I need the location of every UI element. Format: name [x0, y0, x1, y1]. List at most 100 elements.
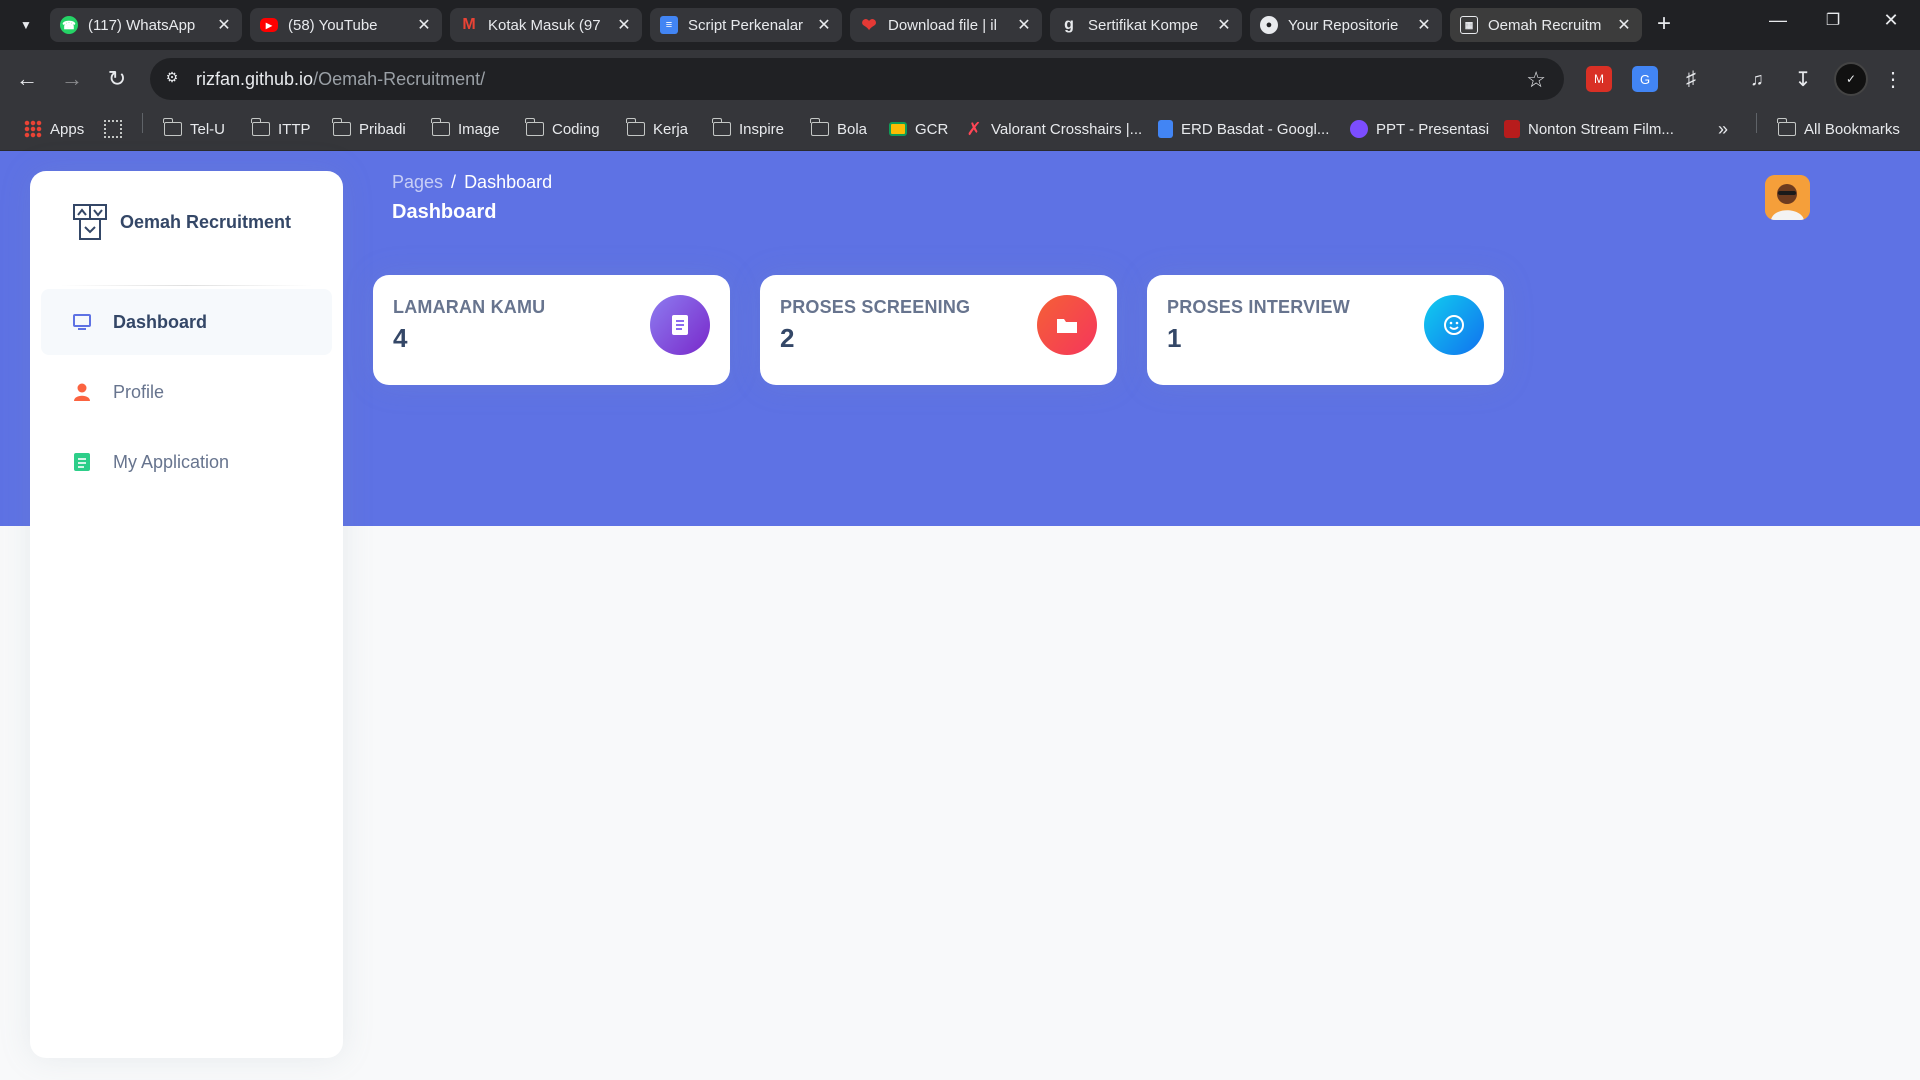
close-tab-icon[interactable]: ✕ — [216, 15, 232, 35]
tab-download-file[interactable]: ❤ Download file | il ✕ — [850, 8, 1042, 42]
bookmark-separator — [142, 113, 143, 133]
gmail-icon: M — [462, 16, 476, 33]
bookmark-label: Inspire — [739, 120, 785, 138]
folder-icon — [163, 118, 182, 136]
folder-icon — [1777, 118, 1796, 136]
bookmarks-bar: Apps Tel-U ITTP Pribadi Image Coding Ker… — [0, 107, 1920, 151]
document-icon — [71, 451, 93, 473]
page-title: Dashboard — [392, 201, 497, 223]
google-translate-icon[interactable]: G — [1632, 66, 1658, 92]
more-bookmarks-chevron-icon[interactable]: » — [1718, 117, 1728, 141]
stat-value: 2 — [780, 323, 795, 353]
bookmark-nonton-stream[interactable]: Nonton Stream Film... — [1504, 117, 1674, 141]
browser-toolbar: ← → ↻ ⚙ rizfan.github.io/Oemah-Recruitme… — [0, 50, 1920, 107]
download-icon[interactable]: ↧ — [1790, 66, 1816, 92]
bookmark-label: Pribadi — [359, 120, 406, 138]
back-arrow-icon[interactable]: ← — [12, 64, 42, 94]
sidebar-item-my-application[interactable]: My Application — [41, 429, 332, 495]
page-viewport: Oemah Recruitment Dashboard Profile My A… — [0, 151, 1920, 1080]
google-docs-icon: ≡ — [660, 16, 678, 34]
site-icon: ▦ — [1460, 16, 1478, 34]
tab-groups-icon[interactable] — [104, 117, 130, 141]
bookmark-label: Nonton Stream Film... — [1528, 120, 1674, 138]
close-tab-icon[interactable]: ✕ — [1216, 15, 1232, 35]
close-tab-icon[interactable]: ✕ — [616, 15, 632, 35]
sidebar-item-label: My Application — [113, 451, 230, 472]
bookmark-label: PPT - Presentasi — [1376, 120, 1490, 138]
tab-youtube[interactable]: ▶ (58) YouTube ✕ — [250, 8, 442, 42]
new-tab-button[interactable]: + — [1650, 11, 1678, 39]
avatar-image — [1765, 175, 1810, 220]
url-host: rizfan.github.io — [196, 69, 314, 89]
bookmark-folder-image[interactable]: Image — [431, 117, 500, 141]
restore-icon[interactable]: ❐ — [1818, 10, 1848, 30]
tab-whatsapp[interactable]: ☎ (117) WhatsApp ✕ — [50, 8, 242, 42]
bookmark-label: All Bookmarks — [1804, 120, 1900, 138]
breadcrumb-root-link[interactable]: Pages — [392, 172, 443, 192]
url-path: /Oemah-Recruitment/ — [313, 69, 486, 89]
reload-icon[interactable]: ↻ — [102, 64, 132, 94]
tab-gmail[interactable]: M Kotak Masuk (97 ✕ — [450, 8, 642, 42]
whatsapp-icon: ☎ — [60, 16, 78, 34]
tab-script[interactable]: ≡ Script Perkenalar ✕ — [650, 8, 842, 42]
folder-icon — [810, 118, 829, 136]
close-tab-icon[interactable]: ✕ — [1616, 15, 1632, 35]
extensions-puzzle-icon[interactable]: ♯ — [1678, 66, 1704, 92]
tab-oemah-recruitment[interactable]: ▦ Oemah Recruitm ✕ — [1450, 8, 1642, 42]
user-avatar[interactable] — [1765, 175, 1810, 220]
media-control-icon[interactable]: ♫ — [1744, 66, 1770, 92]
stat-card-lamaran: LAMARAN KAMU 4 — [373, 275, 730, 385]
tab-title: Kotak Masuk (97 — [488, 16, 601, 34]
bookmark-ppt[interactable]: PPT - Presentasi — [1350, 117, 1489, 141]
grid-icon — [104, 120, 122, 138]
folder-icon — [525, 118, 544, 136]
url-text[interactable]: rizfan.github.io/Oemah-Recruitment/ — [196, 69, 485, 90]
folder-icon — [431, 118, 450, 136]
bookmark-star-icon[interactable]: ☆ — [1526, 67, 1546, 93]
bookmark-folder-pribadi[interactable]: Pribadi — [332, 117, 406, 141]
tab-title: Your Repositorie — [1288, 16, 1399, 34]
bookmark-label: Kerja — [653, 120, 689, 138]
address-bar[interactable]: ⚙ rizfan.github.io/Oemah-Recruitment/ ☆ — [150, 58, 1564, 100]
tab-search-chevron-icon[interactable]: ▼ — [12, 11, 40, 39]
bookmark-valorant[interactable]: ✗ Valorant Crosshairs |... — [965, 117, 1142, 141]
profile-avatar-icon[interactable]: ✓ — [1834, 62, 1868, 96]
tab-title: (58) YouTube — [288, 16, 378, 34]
close-tab-icon[interactable]: ✕ — [1416, 15, 1432, 35]
close-tab-icon[interactable]: ✕ — [816, 15, 832, 35]
sidebar-item-label: Profile — [113, 381, 165, 402]
film-site-icon — [1504, 120, 1520, 138]
sidebar-item-label: Dashboard — [113, 311, 208, 332]
forward-arrow-icon[interactable]: → — [57, 64, 87, 94]
tab-sertifikat[interactable]: g Sertifikat Kompe ✕ — [1050, 8, 1242, 42]
bookmark-gcr[interactable]: GCR — [889, 117, 948, 141]
breadcrumb-separator: / — [451, 172, 457, 192]
bookmark-apps[interactable]: Apps — [24, 117, 84, 141]
bookmark-folder-coding[interactable]: Coding — [525, 117, 600, 141]
extension-red-icon[interactable]: M — [1586, 66, 1612, 92]
sidebar-item-dashboard[interactable]: Dashboard — [41, 289, 332, 355]
bookmark-folder-tel-u[interactable]: Tel-U — [163, 117, 225, 141]
google-classroom-icon — [889, 122, 907, 136]
brand[interactable]: Oemah Recruitment — [72, 203, 291, 241]
bookmark-folder-ittp[interactable]: ITTP — [251, 117, 311, 141]
bookmark-folder-bola[interactable]: Bola — [810, 117, 867, 141]
browser-menu-icon[interactable]: ⋮ — [1880, 66, 1906, 92]
folder-icon — [712, 118, 731, 136]
site-info-icon[interactable]: ⚙ — [162, 69, 182, 89]
github-icon: ● — [1260, 16, 1278, 34]
bookmark-erd-basdat[interactable]: ERD Basdat - Googl... — [1158, 117, 1329, 141]
breadcrumb: Pages / Dashboard — [392, 172, 552, 193]
tab-github[interactable]: ● Your Repositorie ✕ — [1250, 8, 1442, 42]
bookmark-folder-inspire[interactable]: Inspire — [712, 117, 785, 141]
window-close-icon[interactable]: ✕ — [1876, 10, 1906, 31]
close-tab-icon[interactable]: ✕ — [416, 15, 432, 35]
bookmark-folder-kerja[interactable]: Kerja — [626, 117, 689, 141]
bookmark-separator — [1756, 113, 1757, 133]
sidebar-item-profile[interactable]: Profile — [41, 359, 332, 425]
minimize-icon[interactable]: — — [1763, 10, 1793, 31]
folder-icon — [1037, 295, 1097, 355]
close-tab-icon[interactable]: ✕ — [1016, 15, 1032, 35]
all-bookmarks-folder[interactable]: All Bookmarks — [1777, 117, 1900, 141]
stat-card-interview: PROSES INTERVIEW 1 — [1147, 275, 1504, 385]
